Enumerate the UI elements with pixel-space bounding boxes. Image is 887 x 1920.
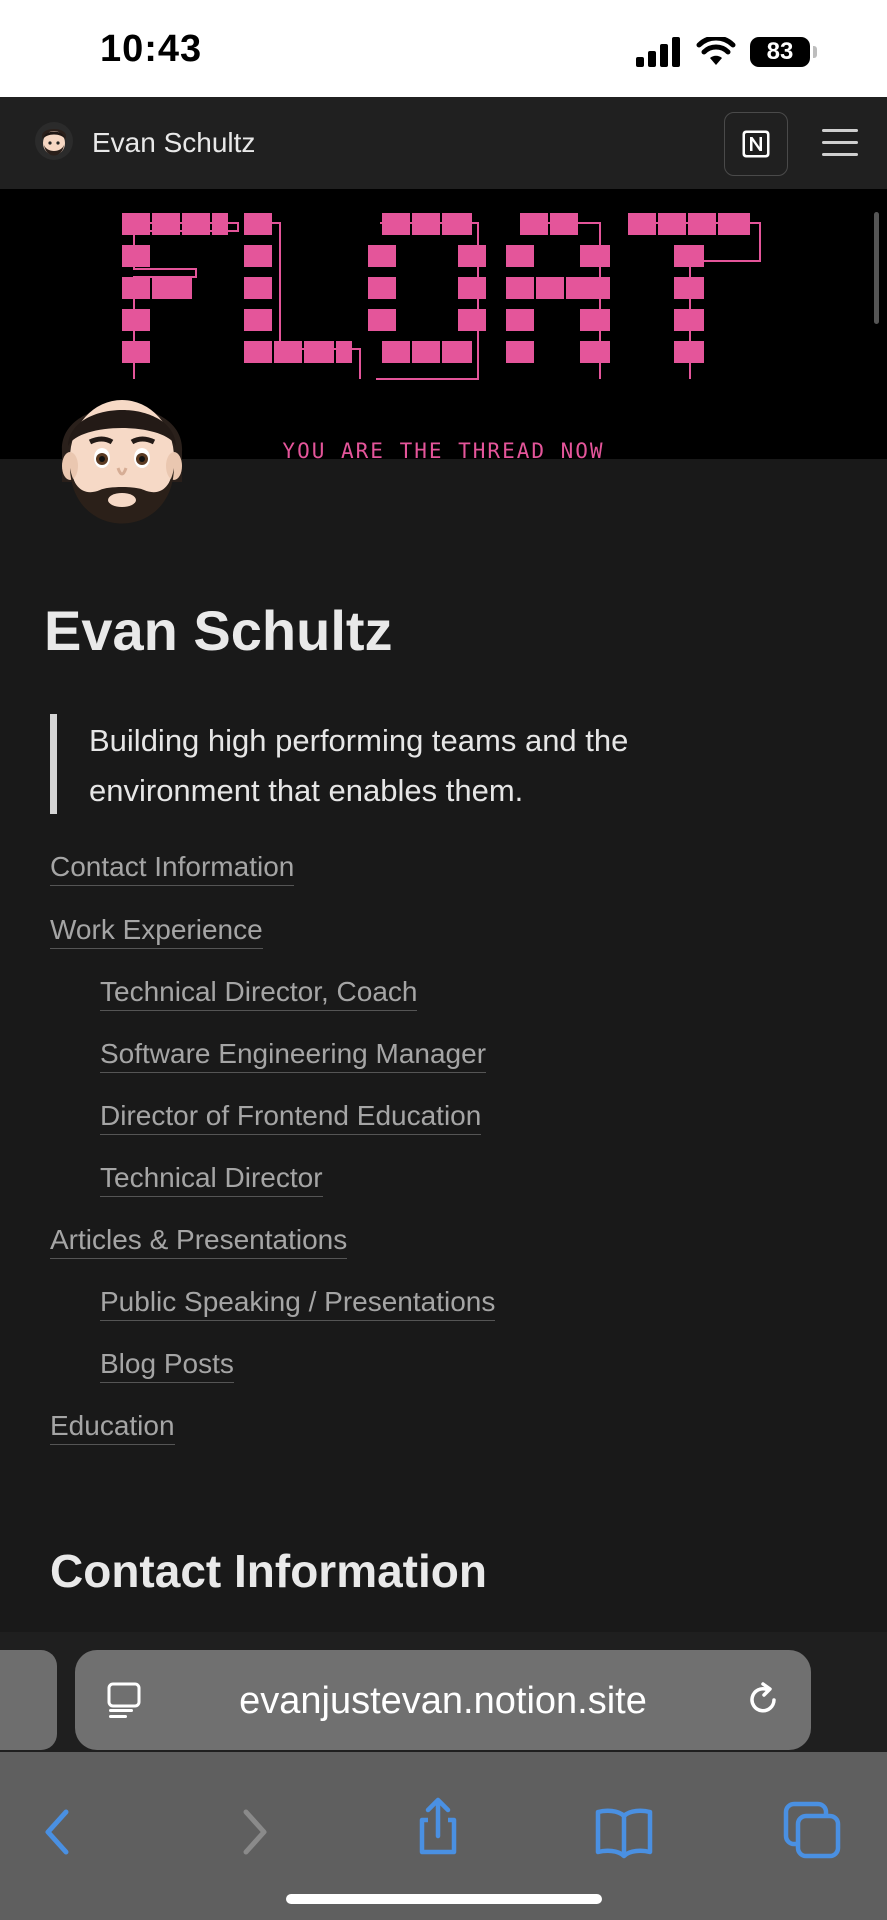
bookmarks-icon[interactable] (594, 1802, 654, 1862)
hamburger-menu-icon[interactable] (818, 125, 862, 161)
section-heading-contact-information: Contact Information (50, 1545, 487, 1597)
battery-indicator: 83 (750, 37, 817, 67)
page-quote: Building high performing teams and the e… (89, 723, 629, 808)
status-time: 10:43 (100, 28, 203, 70)
share-icon[interactable] (408, 1796, 468, 1856)
toc-item-director-frontend-education[interactable]: Director of Frontend Education (100, 1099, 482, 1135)
page-icon-avatar[interactable] (52, 372, 192, 532)
toc-item-technical-director[interactable]: Technical Director (100, 1161, 323, 1197)
forward-icon[interactable] (222, 1802, 282, 1862)
previous-tab-preview[interactable] (0, 1650, 57, 1750)
address-bar[interactable]: evanjustevan.notion.site (75, 1650, 811, 1750)
status-indicators: 83 (636, 34, 817, 70)
tabs-icon[interactable] (782, 1800, 842, 1860)
back-icon[interactable] (30, 1802, 90, 1862)
scrollbar-thumb[interactable] (874, 212, 879, 324)
notion-topbar: Evan Schultz (0, 97, 887, 190)
topbar-title[interactable]: Evan Schultz (92, 127, 255, 159)
page-title: Evan Schultz (44, 599, 393, 662)
quote-bar (50, 714, 57, 814)
toc-item-articles-presentations[interactable]: Articles & Presentations (50, 1223, 348, 1259)
reload-icon[interactable] (743, 1680, 783, 1720)
avatar-icon[interactable] (34, 121, 74, 161)
toc-item-contact-information[interactable]: Contact Information (50, 850, 295, 886)
notion-app-button[interactable] (724, 112, 788, 176)
home-indicator[interactable] (286, 1894, 602, 1904)
notion-logo-icon (742, 130, 770, 158)
toc-item-work-experience[interactable]: Work Experience (50, 913, 263, 949)
status-bar: 10:43 83 (0, 0, 887, 97)
toc-item-technical-director-coach[interactable]: Technical Director, Coach (100, 975, 418, 1011)
toc-item-public-speaking[interactable]: Public Speaking / Presentations (100, 1285, 496, 1321)
toc-item-blog-posts[interactable]: Blog Posts (100, 1347, 234, 1383)
url-text[interactable]: evanjustevan.notion.site (75, 1680, 811, 1723)
wifi-icon (696, 37, 736, 65)
toc-item-education[interactable]: Education (50, 1409, 175, 1445)
toc-item-software-engineering-manager[interactable]: Software Engineering Manager (100, 1037, 487, 1073)
signal-icon (636, 37, 680, 67)
